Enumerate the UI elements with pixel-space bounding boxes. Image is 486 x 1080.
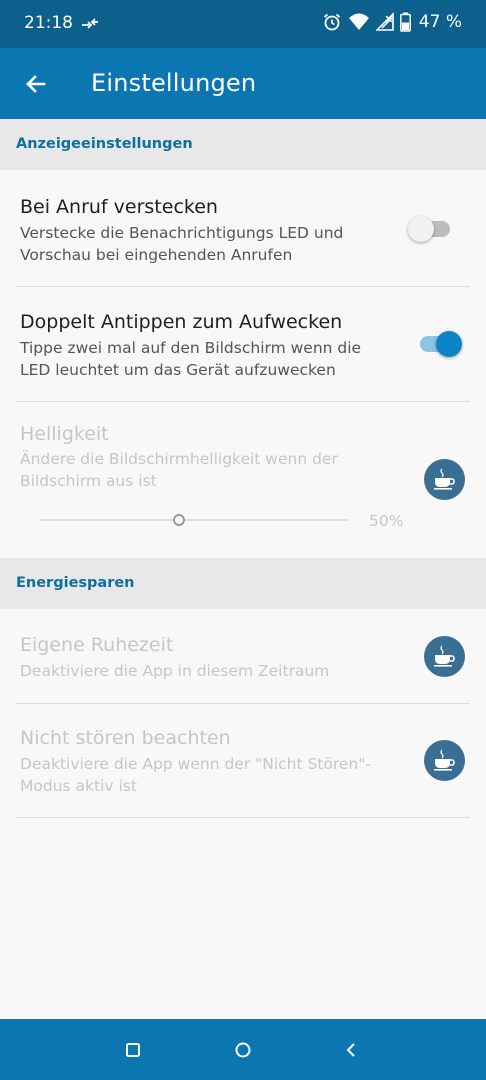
setting-title: Eigene Ruhezeit xyxy=(20,634,174,656)
app-bar: Einstellungen xyxy=(0,48,486,119)
hide-on-call-toggle[interactable] xyxy=(408,214,452,244)
back-chevron-icon[interactable] xyxy=(338,1037,364,1063)
setting-brightness[interactable]: Helligkeit Ändere die Bildschirmhelligke… xyxy=(0,402,486,558)
setting-summary: Deaktiviere die App wenn der "Nicht Stör… xyxy=(20,755,372,795)
setting-quiet-time[interactable]: Eigene Ruhezeit Deaktiviere die App in d… xyxy=(0,609,486,703)
setting-summary: Deaktiviere die App in diesem Zeitraum xyxy=(20,662,330,680)
signal-icon xyxy=(375,12,394,31)
section-header-power: Energiesparen xyxy=(0,558,486,609)
divider xyxy=(15,817,470,818)
page-title: Einstellungen xyxy=(91,69,257,97)
coffee-cup-icon[interactable] xyxy=(424,740,465,781)
wifi-icon xyxy=(348,13,369,30)
setting-title: Doppelt Antippen zum Aufwecken xyxy=(20,311,343,333)
brightness-value: 50% xyxy=(369,512,404,530)
section-header-label: Energiesparen xyxy=(16,575,135,591)
status-bar: 21:18 47 % xyxy=(0,0,486,48)
setting-double-tap[interactable]: Doppelt Antippen zum Aufwecken Tippe zwe… xyxy=(0,287,486,401)
setting-title: Helligkeit xyxy=(20,423,109,445)
data-transfer-icon xyxy=(82,18,98,29)
setting-title: Nicht stören beachten xyxy=(20,727,231,749)
section-header-label: Anzeigeeinstellungen xyxy=(16,136,193,152)
slider-thumb[interactable] xyxy=(173,514,185,526)
setting-summary: Verstecke die Benachrichtigungs LED und … xyxy=(20,224,344,264)
setting-summary: Tippe zwei mal auf den Bildschirm wenn d… xyxy=(20,339,362,379)
arrow-back-icon[interactable] xyxy=(18,66,54,102)
double-tap-toggle[interactable] xyxy=(418,329,462,359)
status-icons: 47 % xyxy=(322,12,462,32)
toggle-thumb xyxy=(436,331,462,357)
navigation-bar xyxy=(0,1019,486,1080)
brightness-slider[interactable] xyxy=(40,514,348,526)
setting-hide-on-call[interactable]: Bei Anruf verstecken Verstecke die Benac… xyxy=(0,170,486,286)
status-time: 21:18 xyxy=(24,13,73,33)
toggle-thumb xyxy=(408,216,434,242)
setting-title: Bei Anruf verstecken xyxy=(20,196,218,218)
home-circle-icon[interactable] xyxy=(230,1037,256,1063)
setting-dnd[interactable]: Nicht stören beachten Deaktiviere die Ap… xyxy=(0,704,486,817)
alarm-icon xyxy=(323,13,340,31)
slider-track xyxy=(40,519,348,521)
recents-square-icon[interactable] xyxy=(120,1037,146,1063)
section-header-display: Anzeigeeinstellungen xyxy=(0,119,486,170)
setting-summary: Ändere die Bildschirmhelligkeit wenn der… xyxy=(20,450,338,490)
battery-icon xyxy=(399,12,411,32)
battery-percent: 47 % xyxy=(418,12,462,32)
coffee-cup-icon[interactable] xyxy=(424,459,465,500)
coffee-cup-icon[interactable] xyxy=(424,636,465,677)
